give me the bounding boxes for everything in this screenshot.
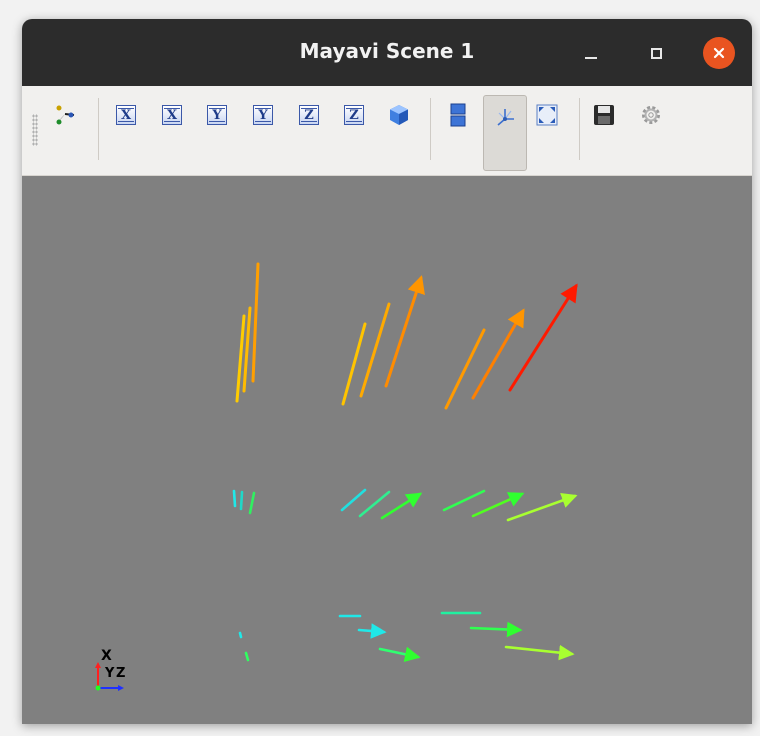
view-z-minus-label: Z xyxy=(344,105,364,125)
vector-arrow xyxy=(232,489,237,508)
settings-button[interactable] xyxy=(636,100,666,130)
vector-arrow xyxy=(359,302,391,398)
view-z-plus-label: Z xyxy=(299,105,319,125)
vector-arrow xyxy=(504,644,575,661)
gear-icon xyxy=(642,106,660,124)
cube-icon xyxy=(390,105,408,125)
axis-x-label: X xyxy=(101,648,112,664)
toolbar-separator xyxy=(579,98,580,160)
axis-z-label: Z xyxy=(116,666,125,681)
vector-arrow xyxy=(251,262,260,383)
app-window: Mayavi Scene 1 X X Y Y Z Z X Y Z xyxy=(22,19,752,724)
toolbar-grip[interactable] xyxy=(32,114,38,146)
view-y-plus-button[interactable]: Y xyxy=(202,100,232,130)
vector-arrow xyxy=(508,283,578,392)
projection-icon xyxy=(450,103,466,127)
save-button[interactable] xyxy=(589,100,619,130)
view-y-minus-button[interactable]: Y xyxy=(248,100,278,130)
vector-arrow xyxy=(239,490,244,511)
floppy-disk-icon xyxy=(594,105,614,125)
toolbar-separator xyxy=(430,98,431,160)
isometric-view-button[interactable] xyxy=(384,100,414,130)
view-y-plus-label: Y xyxy=(207,105,227,125)
view-z-minus-button[interactable]: Z xyxy=(339,100,369,130)
mayavi-logo-icon[interactable] xyxy=(50,100,80,130)
view-x-minus-button[interactable]: X xyxy=(157,100,187,130)
toolbar-separator xyxy=(98,98,99,160)
view-x-minus-label: X xyxy=(162,105,182,125)
vector-arrow xyxy=(244,651,250,662)
vector-arrow xyxy=(380,492,423,520)
vector-arrow xyxy=(442,489,486,512)
view-y-minus-label: Y xyxy=(253,105,273,125)
vector-arrow xyxy=(378,646,421,662)
vector-arrow xyxy=(471,308,525,400)
minimize-icon[interactable] xyxy=(575,37,607,69)
vector-arrow xyxy=(471,492,525,518)
axis-y-label: Y xyxy=(104,666,115,681)
vector-arrow xyxy=(357,623,387,639)
vector-arrow xyxy=(506,493,578,522)
title-bar[interactable]: Mayavi Scene 1 xyxy=(22,19,752,86)
toolbar: X X Y Y Z Z xyxy=(22,86,752,176)
vector-arrow xyxy=(248,491,256,515)
view-x-plus-label: X xyxy=(116,105,136,125)
vector-arrow xyxy=(358,490,391,518)
vector-arrow xyxy=(469,621,523,638)
vector-arrow xyxy=(384,275,425,388)
axes-icon xyxy=(497,109,514,126)
vector-arrow xyxy=(238,631,243,639)
fullscreen-icon xyxy=(536,104,558,126)
vector-arrow xyxy=(444,328,486,410)
toggle-axes-button[interactable] xyxy=(483,95,527,171)
orientation-axes: X Y Z xyxy=(95,648,125,691)
quiver-plot: X Y Z xyxy=(95,262,578,691)
fullscreen-button[interactable] xyxy=(532,100,562,130)
maximize-icon[interactable] xyxy=(640,37,672,69)
3d-scene-viewport[interactable]: X Y Z xyxy=(22,176,752,724)
vector-arrow xyxy=(340,488,367,512)
parallel-projection-button[interactable] xyxy=(443,100,473,130)
close-icon[interactable] xyxy=(703,37,735,69)
view-x-plus-button[interactable]: X xyxy=(111,100,141,130)
view-z-plus-button[interactable]: Z xyxy=(294,100,324,130)
